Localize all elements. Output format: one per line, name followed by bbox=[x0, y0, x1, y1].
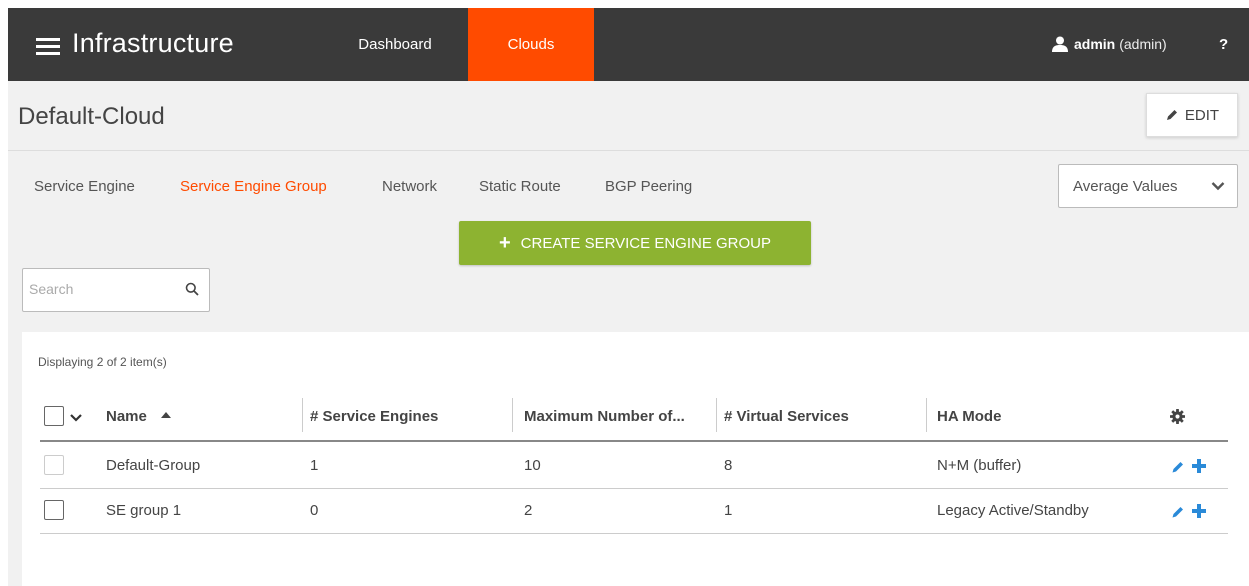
search-icon[interactable] bbox=[185, 282, 199, 296]
create-service-engine-group-button[interactable]: + CREATE SERVICE ENGINE GROUP bbox=[459, 221, 811, 265]
select-all-checkbox[interactable] bbox=[44, 406, 64, 426]
gear-icon[interactable] bbox=[1170, 409, 1185, 424]
edit-button[interactable]: EDIT bbox=[1146, 93, 1238, 137]
column-separator bbox=[926, 398, 927, 432]
chevron-down-icon bbox=[1211, 182, 1225, 191]
cell-service-engines: 1 bbox=[310, 457, 319, 474]
top-bar: Infrastructure Dashboard Clouds admin (a… bbox=[8, 8, 1249, 81]
hamburger-menu-icon[interactable] bbox=[36, 38, 60, 55]
column-service-engines-header[interactable]: # Service Engines bbox=[310, 408, 438, 425]
cell-max-number: 2 bbox=[524, 502, 533, 519]
app-title: Infrastructure bbox=[72, 28, 234, 58]
page-title: Default-Cloud bbox=[18, 103, 165, 130]
column-virtual-services-header[interactable]: # Virtual Services bbox=[724, 408, 849, 425]
pencil-edit-icon[interactable] bbox=[1171, 505, 1185, 519]
help-icon[interactable]: ? bbox=[1219, 36, 1228, 53]
cell-virtual-services: 1 bbox=[724, 502, 733, 519]
subnav-static-route[interactable]: Static Route bbox=[479, 178, 561, 195]
nav-tab-clouds[interactable]: Clouds bbox=[468, 8, 594, 81]
user-role: (admin) bbox=[1119, 36, 1167, 52]
subnav-network[interactable]: Network bbox=[382, 178, 437, 195]
cell-name: SE group 1 bbox=[106, 502, 182, 519]
pencil-edit-icon[interactable] bbox=[1171, 460, 1185, 474]
chevron-down-icon[interactable] bbox=[70, 413, 82, 422]
sort-ascending-icon[interactable] bbox=[161, 411, 171, 418]
column-virtual-services-label: # Virtual Services bbox=[724, 408, 849, 425]
cell-name: Default-Group bbox=[106, 457, 201, 474]
edit-button-label: EDIT bbox=[1184, 106, 1220, 124]
table-panel: Displaying 2 of 2 item(s) Name # Service… bbox=[22, 332, 1249, 586]
user-name: admin bbox=[1074, 36, 1116, 52]
column-ha-mode-header[interactable]: HA Mode bbox=[937, 408, 1001, 425]
page-header: Default-Cloud EDIT bbox=[8, 81, 1249, 151]
pencil-icon bbox=[1166, 110, 1177, 120]
search-input[interactable] bbox=[29, 281, 169, 297]
column-service-engines-label: # Service Engines bbox=[310, 408, 439, 425]
values-select-label: Average Values bbox=[1073, 178, 1178, 195]
app-frame: Infrastructure Dashboard Clouds admin (a… bbox=[8, 8, 1249, 586]
column-max-number-header[interactable]: Maximum Number of... bbox=[524, 408, 685, 425]
plus-icon[interactable] bbox=[1192, 504, 1206, 518]
table-header: Name # Service Engines Maximum Number of… bbox=[40, 398, 1228, 442]
nav-tab-dashboard[interactable]: Dashboard bbox=[320, 8, 470, 81]
row-checkbox[interactable] bbox=[44, 500, 64, 520]
user-menu[interactable]: admin (admin) bbox=[1052, 36, 1167, 52]
subnav-service-engine-group[interactable]: Service Engine Group bbox=[180, 178, 327, 195]
cell-virtual-services: 8 bbox=[724, 457, 733, 474]
cell-ha-mode: N+M (buffer) bbox=[937, 457, 1022, 474]
values-select[interactable]: Average Values bbox=[1058, 164, 1238, 208]
create-button-label: CREATE SERVICE ENGINE GROUP bbox=[520, 234, 771, 252]
cell-max-number: 10 bbox=[524, 457, 541, 474]
column-max-number-label: Maximum Number of... bbox=[524, 408, 685, 425]
row-checkbox[interactable] bbox=[44, 455, 64, 475]
plus-icon[interactable] bbox=[1192, 459, 1206, 473]
cell-service-engines: 0 bbox=[310, 502, 319, 519]
user-icon bbox=[1052, 36, 1068, 52]
cell-ha-mode: Legacy Active/Standby bbox=[937, 502, 1089, 519]
subnav-service-engine[interactable]: Service Engine bbox=[34, 178, 135, 195]
subnav-bgp-peering[interactable]: BGP Peering bbox=[605, 178, 692, 195]
table-row[interactable]: SE group 1 0 2 1 Legacy Active/Standby bbox=[40, 490, 1228, 534]
column-name-header[interactable]: Name bbox=[106, 408, 147, 425]
plus-icon: + bbox=[498, 231, 511, 254]
search-box[interactable] bbox=[22, 268, 210, 312]
column-separator bbox=[716, 398, 717, 432]
item-count: Displaying 2 of 2 item(s) bbox=[38, 355, 167, 369]
column-separator bbox=[512, 398, 513, 432]
table-row[interactable]: Default-Group 1 10 8 N+M (buffer) bbox=[40, 445, 1228, 489]
column-separator bbox=[302, 398, 303, 432]
